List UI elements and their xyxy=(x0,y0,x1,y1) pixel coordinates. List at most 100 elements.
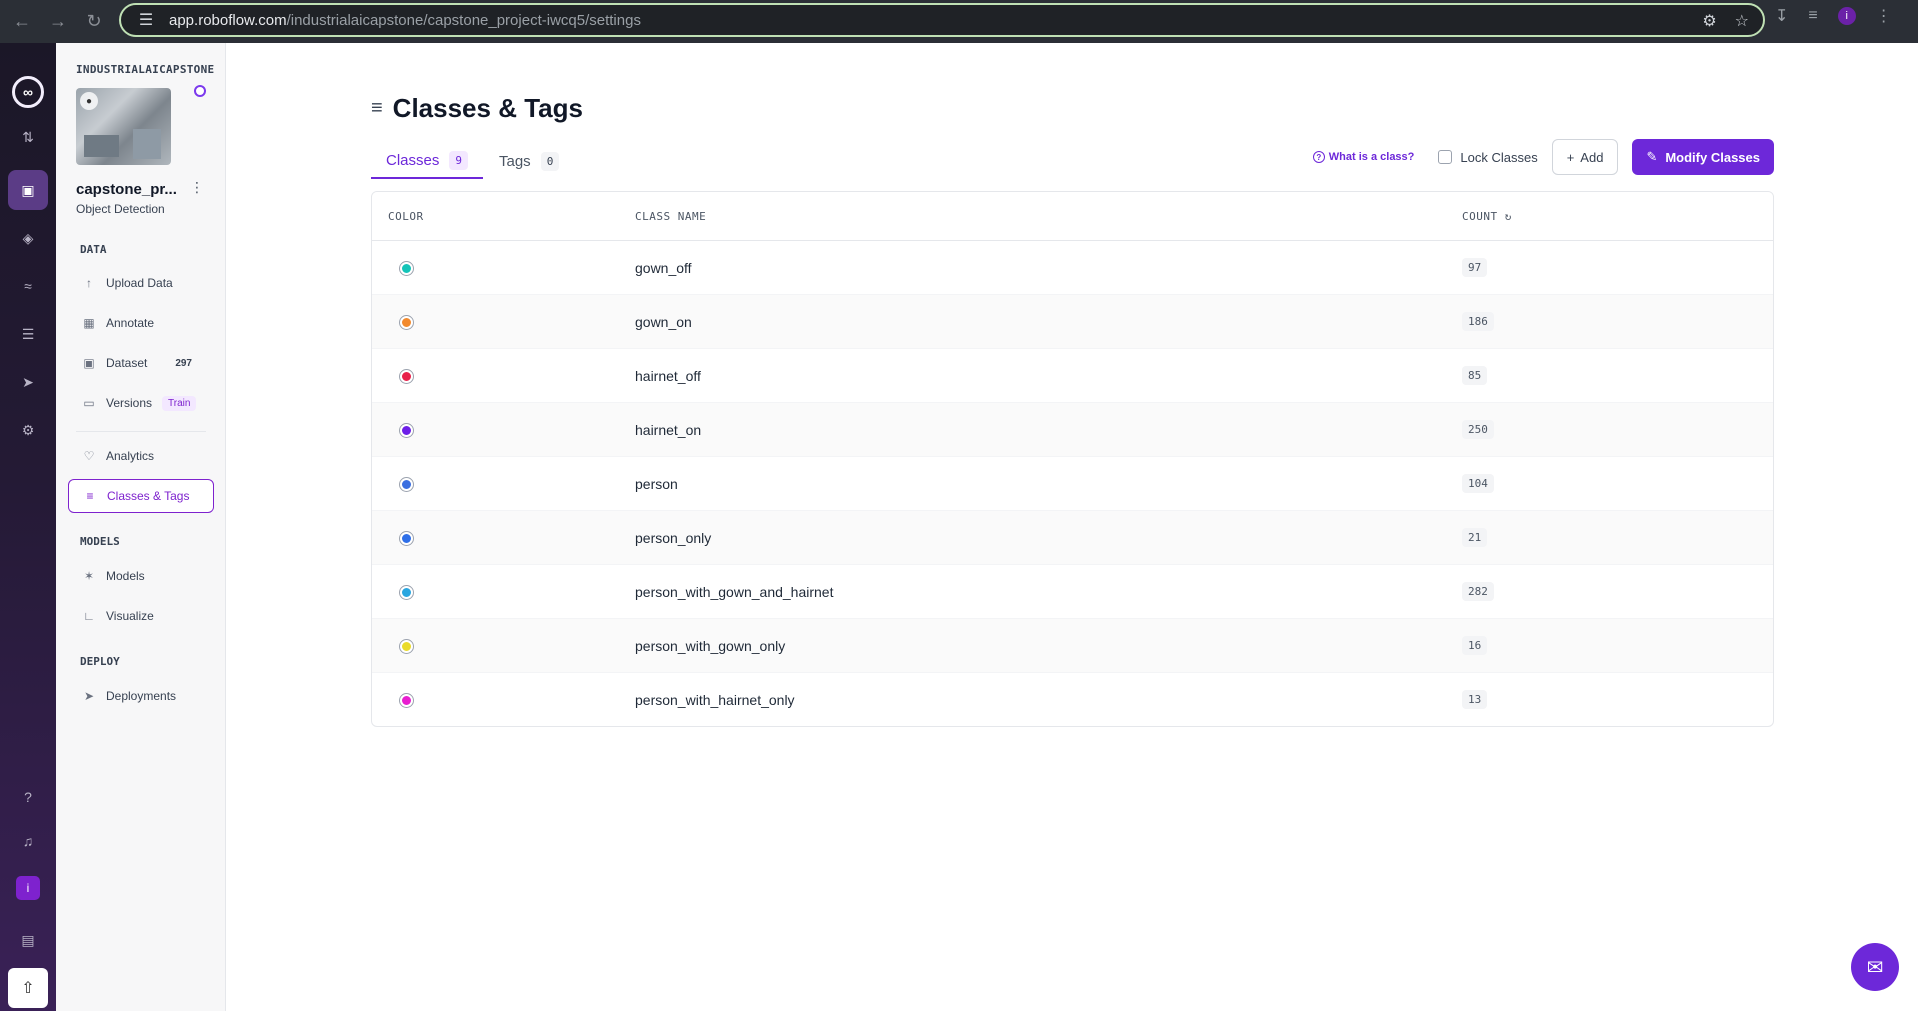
column-header-count[interactable]: COUNT ↻ xyxy=(1462,210,1512,223)
lock-classes-label: Lock Classes xyxy=(1460,149,1538,165)
table-row[interactable]: hairnet_off 85 xyxy=(372,349,1773,403)
class-name: person xyxy=(635,476,678,492)
rail-settings-icon[interactable]: ⚙ xyxy=(8,410,48,450)
modify-classes-button[interactable]: ✎ Modify Classes xyxy=(1632,139,1774,175)
sidebar-item-annotate[interactable]: ▦ Annotate xyxy=(68,306,214,340)
table-row[interactable]: person 104 xyxy=(372,457,1773,511)
reading-list-icon[interactable]: ≡ xyxy=(1808,7,1817,25)
sidebar-item-models[interactable]: ✶ Models xyxy=(68,559,214,593)
tab-tags[interactable]: Tags 0 xyxy=(487,143,571,179)
class-color-swatch[interactable] xyxy=(400,316,413,329)
sidebar-item-upload[interactable]: ↑ Upload Data xyxy=(68,266,214,300)
chat-support-icon[interactable]: ✉ xyxy=(1851,943,1899,991)
page-title: Classes & Tags xyxy=(392,93,583,123)
tab-classes[interactable]: Classes 9 xyxy=(371,143,483,179)
sidebar-item-label: Versions xyxy=(106,396,153,410)
lock-classes-toggle[interactable]: Lock Classes xyxy=(1438,149,1538,165)
sidebar-item-visualize[interactable]: ∟ Visualize xyxy=(68,599,214,633)
modify-button-label: Modify Classes xyxy=(1665,149,1760,165)
versions-icon: ▭ xyxy=(83,396,95,410)
class-color-swatch[interactable] xyxy=(400,640,413,653)
class-color-swatch[interactable] xyxy=(400,586,413,599)
table-header: COLOR CLASS NAME COUNT ↻ xyxy=(372,192,1773,241)
add-class-button[interactable]: + Add xyxy=(1551,139,1619,175)
back-icon[interactable]: ← xyxy=(4,3,40,39)
class-color-swatch[interactable] xyxy=(400,370,413,383)
class-color-swatch[interactable] xyxy=(400,532,413,545)
train-badge[interactable]: Train xyxy=(162,395,197,411)
upload-icon: ↑ xyxy=(86,276,92,290)
table-row[interactable]: person_with_hairnet_only 13 xyxy=(372,673,1773,726)
class-color-swatch[interactable] xyxy=(400,478,413,491)
class-actions: ? What is a class? Lock Classes + Add ✎ … xyxy=(1312,139,1774,175)
app-rail: ∞ ⇅ ▣ ◈ ≈ ☰ ➤ ⚙ ? ♫ i ▤ ⇧ xyxy=(0,43,56,1011)
download-icon[interactable]: ↧ xyxy=(1775,6,1788,26)
rail-workflows-icon[interactable]: ◈ xyxy=(8,218,48,258)
tab-label: Classes xyxy=(386,151,440,169)
table-row[interactable]: person_with_gown_and_hairnet 282 xyxy=(372,565,1773,619)
classes-table: COLOR CLASS NAME COUNT ↻ gown_off 97 gown_… xyxy=(371,191,1774,727)
table-row[interactable]: person_only 21 xyxy=(372,511,1773,565)
project-name[interactable]: capstone_pr... xyxy=(76,181,177,198)
class-color-swatch[interactable] xyxy=(400,424,413,437)
roboflow-logo-icon[interactable]: ∞ xyxy=(12,76,44,108)
rail-notifications-icon[interactable]: ♫ xyxy=(8,821,48,861)
rail-help-icon[interactable]: ? xyxy=(8,777,48,817)
site-settings-icon[interactable]: ☰ xyxy=(137,11,155,29)
class-name: hairnet_off xyxy=(635,368,701,384)
table-row[interactable]: gown_off 97 xyxy=(372,241,1773,295)
tab-count: 9 xyxy=(449,150,468,170)
address-bar[interactable]: ☰ app.roboflow.com/industrialaicapstone/… xyxy=(119,3,1765,37)
class-count: 13 xyxy=(1462,690,1488,709)
rail-user-avatar[interactable]: i xyxy=(16,876,40,900)
workspace-name[interactable]: INDUSTRIALAICAPSTONE xyxy=(76,63,214,76)
class-count: 97 xyxy=(1462,258,1488,277)
table-row[interactable]: gown_on 186 xyxy=(372,295,1773,349)
class-count: 21 xyxy=(1462,528,1488,547)
sidebar-item-classes-tags[interactable]: ≡ Classes & Tags xyxy=(68,479,214,513)
sidebar-item-label: Upload Data xyxy=(106,276,173,290)
sidebar-item-label: Classes & Tags xyxy=(107,489,190,503)
class-count: 250 xyxy=(1462,420,1494,439)
rocket-icon: ➤ xyxy=(83,689,95,703)
sidebar-item-deployments[interactable]: ➤ Deployments xyxy=(68,679,214,713)
sidebar-item-label: Annotate xyxy=(106,316,155,330)
table-body: gown_off 97 gown_on 186 hairnet_off 85 hairnet… xyxy=(372,241,1773,726)
sidebar-item-versions[interactable]: ▭ Versions Train xyxy=(68,386,214,420)
models-icon: ✶ xyxy=(83,569,95,583)
rail-docs-icon[interactable]: ▤ xyxy=(8,920,48,960)
edit-icon: ✎ xyxy=(1646,149,1658,164)
rail-upload-icon[interactable]: ⇧ xyxy=(8,968,48,1008)
browser-menu-icon[interactable]: ⋮ xyxy=(1876,6,1892,26)
browser-profile-avatar[interactable]: i xyxy=(1837,7,1856,25)
translate-icon[interactable]: ⚙ xyxy=(1702,11,1716,31)
reload-icon[interactable]: ↻ xyxy=(76,3,112,39)
table-row[interactable]: hairnet_on 250 xyxy=(372,403,1773,457)
rail-switch-icon[interactable]: ⇅ xyxy=(8,117,48,157)
rail-analytics-icon[interactable]: ≈ xyxy=(8,266,48,306)
sidebar-item-analytics[interactable]: ♡ Analytics xyxy=(68,439,214,473)
rail-projects-icon[interactable]: ▣ xyxy=(8,170,48,210)
lock-classes-checkbox[interactable] xyxy=(1438,150,1453,164)
sidebar-item-dataset[interactable]: ▣ Dataset 297 xyxy=(68,346,214,380)
class-count: 282 xyxy=(1462,582,1494,601)
thumbnail-status-dot xyxy=(194,85,206,97)
project-thumbnail[interactable]: ● xyxy=(76,88,171,165)
class-color-swatch[interactable] xyxy=(400,694,413,707)
project-sidebar: INDUSTRIALAICAPSTONE ● capstone_pr... ⋮ … xyxy=(56,43,226,1011)
class-color-swatch[interactable] xyxy=(400,262,413,275)
refresh-icon[interactable]: ↻ xyxy=(1505,210,1512,223)
section-data-label: DATA xyxy=(80,243,107,256)
what-is-class-link[interactable]: ? What is a class? xyxy=(1312,151,1414,163)
table-row[interactable]: person_with_gown_only 16 xyxy=(372,619,1773,673)
tab-count: 0 xyxy=(540,151,560,171)
help-circle-icon: ? xyxy=(1312,151,1325,163)
sidebar-item-label: Dataset xyxy=(106,356,148,370)
column-header-class-name[interactable]: CLASS NAME xyxy=(635,210,706,223)
project-menu-icon[interactable]: ⋮ xyxy=(190,179,204,196)
public-globe-icon: ● xyxy=(80,92,98,110)
forward-icon[interactable]: → xyxy=(40,3,76,39)
bookmark-star-icon[interactable]: ☆ xyxy=(1735,11,1749,31)
rail-deploy-icon[interactable]: ➤ xyxy=(8,362,48,402)
rail-data-icon[interactable]: ☰ xyxy=(8,314,48,354)
